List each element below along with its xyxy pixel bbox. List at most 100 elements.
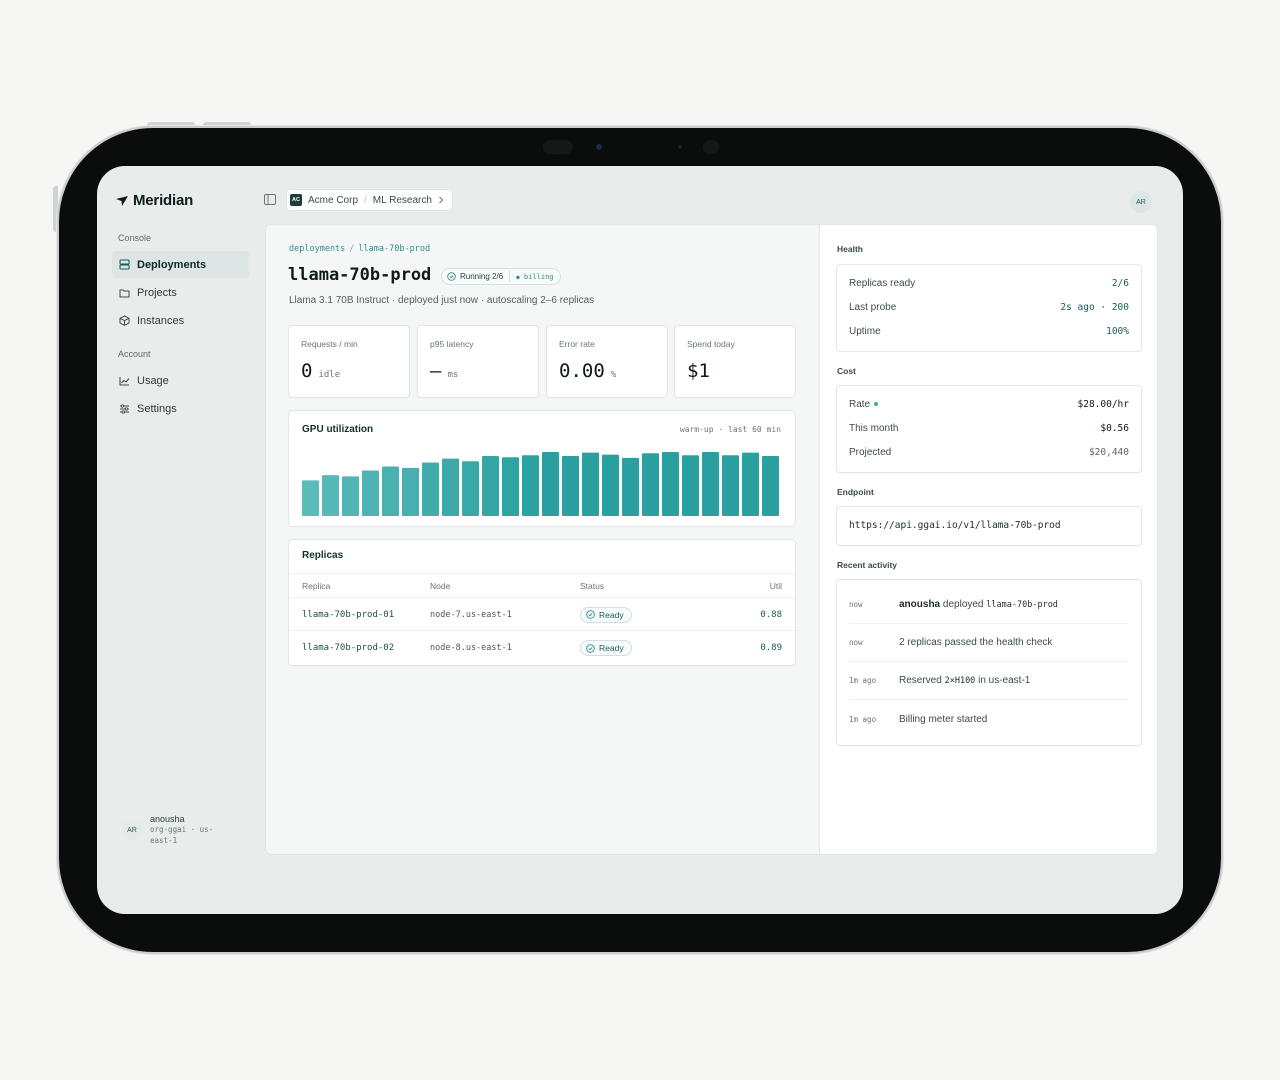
activity-time: now [849, 638, 863, 647]
card-title: GPU utilization [302, 424, 374, 435]
activity-text: Reserved [899, 675, 942, 686]
stat-label: Error rate [559, 339, 595, 349]
sidebar-item-label: Deployments [137, 258, 207, 271]
sidebar-item-settings[interactable]: Settings [112, 395, 249, 422]
gpu-bar [482, 455, 499, 516]
breadcrumb: deployments / llama-70b-prod [289, 244, 430, 254]
brand-logo[interactable]: Meridian [115, 192, 193, 209]
sliders-icon [120, 403, 129, 414]
section-label-activity: Recent activity [837, 560, 897, 570]
gpu-bar [562, 455, 579, 516]
workspace-breadcrumb[interactable]: AC Acme Corp / ML Research [287, 190, 452, 210]
replica-name[interactable]: llama-70b-prod-01 [302, 610, 394, 620]
endpoint-url[interactable]: https://api.ggai.io/v1/llama-70b-prod [849, 520, 1061, 531]
user-org: org-ggai · us-east-1 [150, 825, 214, 845]
gpu-bar [342, 476, 359, 516]
gpu-bar [322, 475, 339, 516]
health-row: Replicas ready 2/6 [849, 275, 1129, 291]
stat-value: 0 idle [301, 360, 340, 382]
gpu-bar [762, 455, 779, 516]
health-value: 2/6 [1111, 277, 1129, 289]
health-key: Uptime [849, 325, 881, 337]
health-value: 100% [1106, 325, 1129, 337]
replica-node: node-7.us-east-1 [430, 609, 512, 620]
gpu-bar [642, 453, 659, 516]
activity-card: now anousha deployed llama-70b-prod now … [837, 580, 1141, 745]
breadcrumb-org[interactable]: Acme Corp [308, 195, 358, 206]
folder-icon [119, 289, 130, 297]
avatar: AR [122, 820, 142, 840]
section-label-endpoint: Endpoint [837, 487, 874, 497]
replica-name[interactable]: llama-70b-prod-02 [302, 643, 394, 653]
activity-time: now [849, 600, 863, 609]
details-column: Health Replicas ready 2/6 Last probe 2s ag… [819, 225, 1157, 854]
gpu-bar [302, 480, 319, 516]
sidebar-toggle-icon[interactable] [264, 194, 276, 205]
user-name: anousha [150, 814, 185, 824]
activity-suffix: in us-east-1 [978, 675, 1031, 686]
stat-label: Requests / min [301, 339, 358, 349]
stat-number: 0.00 [559, 360, 605, 382]
cost-row: Projected $20,440 [849, 444, 1129, 460]
status-text: Running 2/6 [460, 272, 504, 281]
sensor-icon [703, 140, 719, 154]
column-header: Node [430, 580, 451, 591]
activity-item: 1m ago Billing meter started [849, 700, 1129, 738]
chart-line-icon [119, 376, 130, 385]
cost-key: Projected [849, 446, 892, 458]
billing-label: billing [524, 272, 554, 281]
section-label-health: Health [837, 244, 863, 254]
user-menu[interactable]: AR anousha org-ggai · us-east-1 [122, 814, 230, 846]
breadcrumb-separator: / [349, 244, 355, 254]
sidebar-item-label: Projects [137, 286, 177, 299]
activity-code: llama-70b-prod [986, 600, 1058, 610]
endpoint-card[interactable]: https://api.ggai.io/v1/llama-70b-prod [837, 507, 1141, 545]
cost-value: $28.00/hr [1077, 398, 1129, 410]
gpu-bar [622, 457, 639, 516]
deployment-panel: deployments / llama-70b-prod llama-70b-pro… [266, 225, 1157, 854]
stat-card-spend: Spend today $1 [675, 326, 795, 397]
activity-code: 2×H100 [944, 676, 976, 686]
avatar[interactable]: AR [1130, 191, 1152, 213]
table-row[interactable]: llama-70b-prod-02 node-8.us-east-1 Ready… [289, 632, 795, 664]
activity-text: deployed [942, 599, 984, 610]
stat-label: p95 latency [430, 339, 474, 349]
stat-unit: ms [447, 370, 459, 380]
sidebar-item-usage[interactable]: Usage [112, 367, 249, 394]
column-header: Util [769, 580, 782, 591]
sidebar-item-deployments[interactable]: Deployments [112, 251, 249, 278]
breadcrumb-deployments[interactable]: deployments [289, 244, 345, 254]
table-row[interactable]: llama-70b-prod-01 node-7.us-east-1 Ready… [289, 599, 795, 631]
screen: Meridian Console Deployments Projects In… [97, 166, 1183, 914]
gpu-utilization-chart [302, 451, 779, 516]
status-badge: Running 2/6 ● billing [441, 268, 561, 285]
status-badge: Ready [580, 640, 632, 656]
check-circle-icon [447, 272, 456, 281]
cost-key: Rate [849, 398, 871, 410]
status-badge: Ready [580, 606, 632, 623]
stat-value: 0.00% [559, 360, 616, 382]
billing-badge: ● billing [516, 273, 553, 281]
breadcrumb-separator: / [364, 194, 367, 206]
server-icon [119, 259, 130, 270]
check-circle-icon [586, 610, 595, 619]
cost-key: This month [849, 422, 899, 434]
card-title: Replicas [302, 550, 344, 561]
gpu-bar [422, 462, 439, 516]
replicas-card: Replicas Replica Node Status Util llama-… [289, 540, 795, 665]
stat-number: 0 [301, 360, 313, 382]
camera-icon [543, 140, 573, 154]
activity-text: 2 replicas passed the health check [899, 637, 1053, 648]
replica-node: node-8.us-east-1 [430, 643, 512, 653]
stat-unit: % [610, 370, 617, 380]
cost-value: $0.56 [1100, 422, 1129, 434]
stat-value: $1 [687, 360, 710, 382]
sidebar-item-instances[interactable]: Instances [112, 307, 249, 334]
column-header: Replica [302, 580, 331, 591]
status-text: Ready [599, 643, 624, 653]
breadcrumb-project[interactable]: ML Research [373, 195, 432, 206]
cost-row: Rate $28.00/hr [849, 396, 1129, 412]
gpu-bar [662, 451, 679, 516]
breadcrumb-current: llama-70b-prod [358, 244, 431, 254]
sidebar-item-projects[interactable]: Projects [112, 279, 249, 306]
